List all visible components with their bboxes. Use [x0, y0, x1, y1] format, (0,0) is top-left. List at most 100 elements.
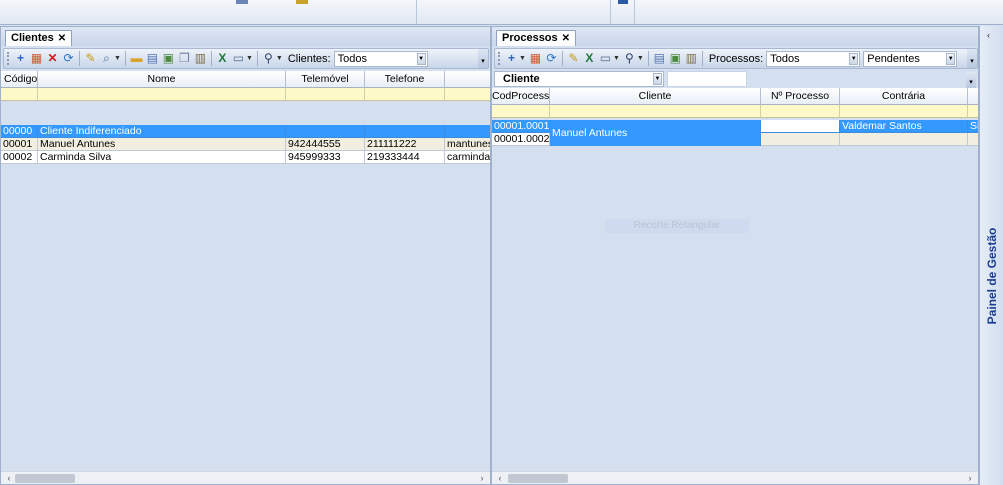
- print-icon[interactable]: ▭: [232, 52, 245, 65]
- tab-clientes[interactable]: Clientes ✕: [5, 30, 73, 46]
- col-contraria[interactable]: Contrária: [840, 88, 968, 105]
- add-icon[interactable]: +: [505, 52, 518, 65]
- toolbar-grip[interactable]: [7, 52, 9, 65]
- cell-nprocesso: [761, 120, 840, 133]
- filter-cell[interactable]: [445, 88, 490, 101]
- snipping-watermark: Recorte Retangular: [605, 219, 749, 233]
- filter-cell[interactable]: [492, 105, 550, 118]
- toolbar-separator: [701, 51, 703, 66]
- export-icon[interactable]: ▣: [162, 52, 175, 65]
- filter-cell[interactable]: [286, 88, 365, 101]
- filter-cell[interactable]: [365, 88, 445, 101]
- chevron-down-icon[interactable]: ▼: [246, 55, 253, 62]
- processos-toolbar: + ▼ ▦ ⟳ ✎ X ▭ ▼ ⚲ ▼ ▤ ▣ ▥ Processos: Tod…: [494, 48, 978, 69]
- delete-icon[interactable]: ✕: [46, 52, 59, 65]
- chevron-right-icon[interactable]: ›: [476, 472, 488, 484]
- group-by-search-input[interactable]: [667, 71, 747, 87]
- folder-icon[interactable]: ▬: [130, 52, 143, 65]
- chevron-down-icon[interactable]: ▼: [114, 55, 121, 62]
- chevron-down-icon[interactable]: ▼: [519, 55, 526, 62]
- new-doc-icon[interactable]: ✎: [567, 52, 580, 65]
- calendar-icon[interactable]: [236, 0, 248, 4]
- processos-status-select[interactable]: Pendentes ▼: [863, 50, 958, 67]
- col-telemovel[interactable]: Telemóvel: [286, 71, 365, 88]
- cell-cliente-merged[interactable]: Manuel Antunes: [550, 120, 761, 146]
- refresh-icon[interactable]: ⟳: [545, 52, 558, 65]
- chevron-down-icon[interactable]: ▼: [613, 55, 620, 62]
- chevron-left-icon[interactable]: ‹: [3, 472, 15, 484]
- toolbar-overflow-icon[interactable]: ▾: [966, 72, 976, 89]
- group-by-select[interactable]: Cliente ▼: [494, 71, 664, 87]
- close-icon[interactable]: ✕: [58, 31, 66, 46]
- chevron-down-icon[interactable]: ▼: [946, 52, 956, 65]
- scroll-thumb[interactable]: [508, 474, 568, 483]
- close-icon[interactable]: ✕: [562, 31, 570, 46]
- table-row[interactable]: 00002 Carminda Silva 945999333 219333444…: [1, 151, 490, 164]
- chevron-down-icon[interactable]: ▼: [276, 55, 283, 62]
- table-row[interactable]: 00000 Cliente Indiferenciado: [1, 125, 490, 138]
- cell-codprocesso: 00001.0002: [492, 133, 550, 146]
- export-icon[interactable]: ▣: [669, 52, 682, 65]
- filter-cell[interactable]: [968, 105, 978, 118]
- grid-header: CodProcesso Cliente Nº Processo Contrári…: [492, 88, 978, 105]
- col-email[interactable]: [445, 71, 490, 88]
- chevron-left-icon[interactable]: ‹: [494, 472, 506, 484]
- processos-hscrollbar[interactable]: ‹ ›: [492, 471, 978, 484]
- excel-icon[interactable]: X: [216, 52, 229, 65]
- table-icon[interactable]: ▤: [653, 52, 666, 65]
- table-icon[interactable]: ▤: [146, 52, 159, 65]
- clientes-filter-select[interactable]: Todos ▼: [333, 50, 428, 67]
- processos-filter-select[interactable]: Todos ▼: [766, 50, 861, 67]
- toolbar-separator: [79, 51, 80, 66]
- painel-gestao-label[interactable]: Painel de Gestão: [985, 228, 999, 325]
- toolbar-overflow-icon[interactable]: ▾: [967, 49, 977, 68]
- tab-processos[interactable]: Processos ✕: [496, 30, 577, 46]
- find-icon[interactable]: ⚲: [623, 52, 636, 65]
- col-codprocesso[interactable]: CodProcesso: [492, 88, 550, 105]
- grid-icon[interactable]: ▦: [30, 52, 43, 65]
- print-icon[interactable]: ▭: [599, 52, 612, 65]
- find-icon[interactable]: ⚲: [262, 52, 275, 65]
- ribbon-divider: [634, 0, 635, 24]
- toolbar-grip[interactable]: [498, 52, 500, 65]
- col-nprocesso[interactable]: Nº Processo: [761, 88, 840, 105]
- cell-telefone: 219333444: [365, 151, 445, 164]
- refresh-icon[interactable]: ⟳: [62, 52, 75, 65]
- chevron-down-icon[interactable]: ▼: [653, 73, 662, 85]
- table-row[interactable]: 00001 Manuel Antunes 942444555 211111222…: [1, 138, 490, 151]
- chevron-down-icon[interactable]: ▼: [416, 52, 426, 65]
- col-telefone[interactable]: Telefone: [365, 71, 445, 88]
- filter-cell[interactable]: [1, 88, 38, 101]
- filter-cell[interactable]: [761, 105, 840, 118]
- notes-icon[interactable]: [296, 0, 308, 4]
- filter-cell[interactable]: [38, 88, 286, 101]
- painel-gestao-strip[interactable]: ‹ Painel de Gestão: [979, 26, 1003, 485]
- chevron-right-icon[interactable]: ›: [964, 472, 976, 484]
- toolbar-overflow-icon[interactable]: ▾: [478, 49, 488, 68]
- calculator-icon[interactable]: ▥: [685, 52, 698, 65]
- col-codigo[interactable]: Código: [1, 71, 38, 88]
- cell-contraria: [840, 133, 968, 146]
- chevron-down-icon[interactable]: ▼: [637, 55, 644, 62]
- col-nome[interactable]: Nome: [38, 71, 286, 88]
- filter-cell[interactable]: [550, 105, 761, 118]
- clientes-hscrollbar[interactable]: ‹ ›: [1, 471, 490, 484]
- cell-nprocesso: [761, 133, 840, 146]
- chevron-left-icon[interactable]: ‹: [987, 30, 990, 40]
- chevron-down-icon[interactable]: ▼: [849, 52, 859, 65]
- print-preview-icon[interactable]: ⌕: [100, 52, 113, 65]
- excel-icon[interactable]: X: [583, 52, 596, 65]
- processos-tabstrip: Processos ✕: [492, 27, 978, 46]
- calculator-icon[interactable]: ▥: [194, 52, 207, 65]
- col-extra[interactable]: [968, 88, 978, 105]
- filter-cell[interactable]: [840, 105, 968, 118]
- cell-telemovel: [286, 125, 365, 138]
- expand-icon[interactable]: [618, 0, 628, 4]
- copy-icon[interactable]: ❐: [178, 52, 191, 65]
- add-icon[interactable]: +: [14, 52, 27, 65]
- toolbar-separator: [210, 51, 212, 66]
- new-doc-icon[interactable]: ✎: [84, 52, 97, 65]
- col-cliente[interactable]: Cliente: [550, 88, 761, 105]
- scroll-thumb[interactable]: [15, 474, 75, 483]
- grid-icon[interactable]: ▦: [529, 52, 542, 65]
